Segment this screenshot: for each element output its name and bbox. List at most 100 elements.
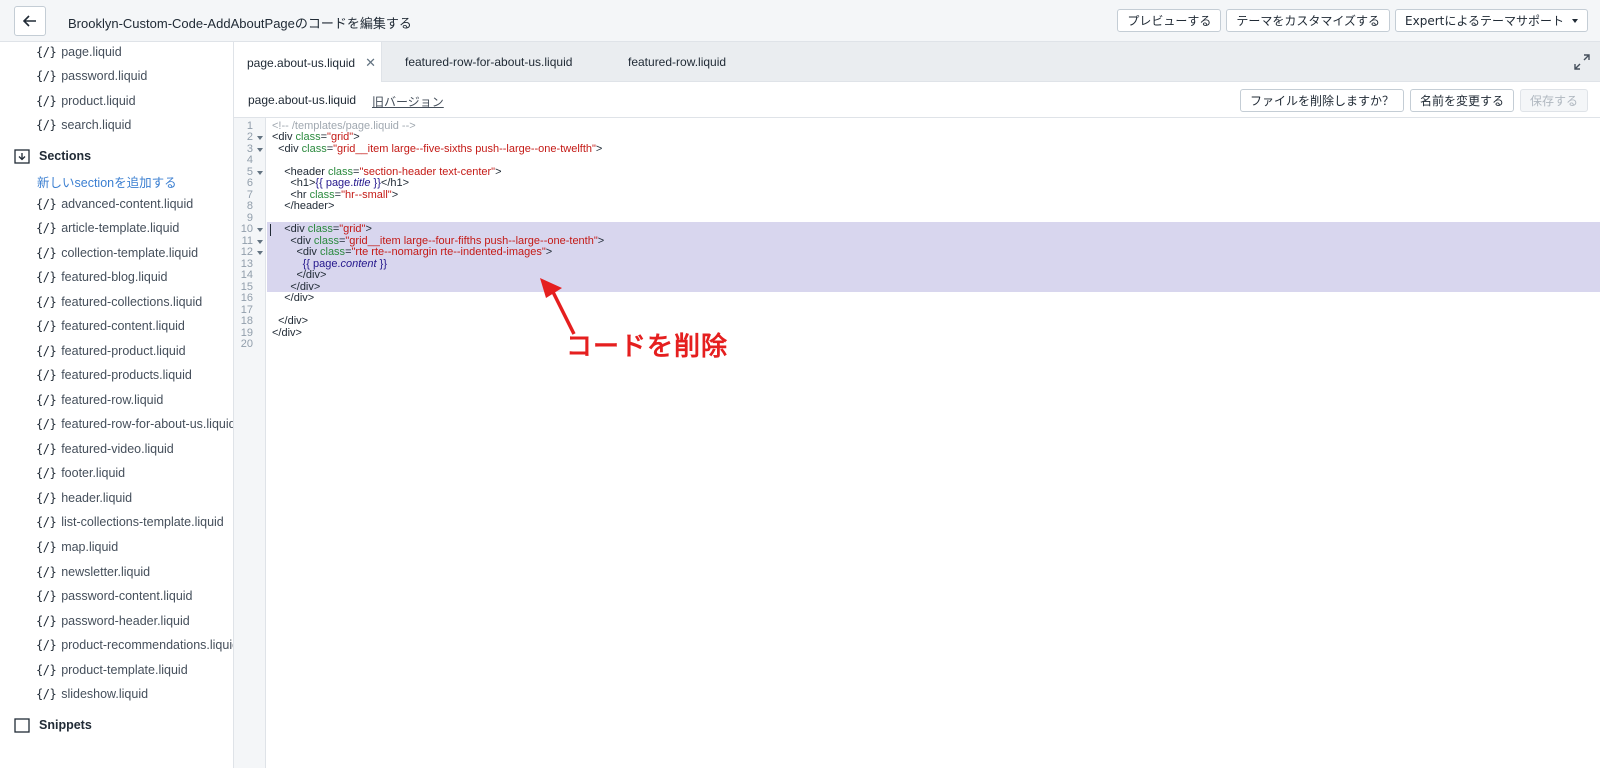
file-item[interactable]: {/} featured-product.liquid: [36, 341, 186, 361]
code-editor[interactable]: 1 2 3 4 5 6 7 8 9 10 11 12 13 14 15 16 1…: [234, 118, 1600, 768]
fold-icon[interactable]: [257, 136, 263, 140]
file-item[interactable]: {/} search.liquid: [36, 115, 131, 135]
folder-download-icon: [14, 148, 30, 164]
file-item[interactable]: {/} featured-video.liquid: [36, 439, 174, 459]
code-line: <div class="rte rte--nomargin rte--inden…: [272, 246, 553, 258]
folder-snippets[interactable]: Snippets: [14, 715, 92, 735]
fold-icon[interactable]: [257, 171, 263, 175]
liquid-file-icon: {/}: [36, 270, 57, 284]
file-item[interactable]: {/} header.liquid: [36, 488, 132, 508]
file-item[interactable]: {/} featured-blog.liquid: [36, 267, 168, 287]
file-item[interactable]: {/} featured-collections.liquid: [36, 292, 202, 312]
back-button[interactable]: [14, 6, 46, 36]
line-number: 4: [246, 154, 253, 166]
file-item[interactable]: {/} newsletter.liquid: [36, 562, 150, 582]
fold-icon[interactable]: [257, 251, 263, 255]
file-item[interactable]: {/} product.liquid: [36, 91, 136, 111]
file-label: map.liquid: [61, 540, 119, 554]
expert-support-label: Expertによるテーマサポート: [1405, 14, 1564, 28]
file-label: list-collections-template.liquid: [61, 515, 224, 529]
liquid-file-icon: {/}: [36, 417, 57, 431]
file-item[interactable]: {/} list-collections-template.liquid: [36, 512, 224, 532]
tab-page-about-us[interactable]: page.about-us.liquid ✕: [234, 42, 382, 83]
liquid-file-icon: {/}: [36, 466, 57, 480]
delete-file-button[interactable]: ファイルを削除しますか？: [1239, 89, 1404, 112]
file-item[interactable]: {/} featured-products.liquid: [36, 365, 192, 385]
arrow-left-icon: [23, 15, 36, 27]
old-version-link[interactable]: 旧バージョン: [372, 93, 444, 110]
file-label: password-content.liquid: [61, 589, 193, 603]
file-item[interactable]: {/} featured-row.liquid: [36, 390, 163, 410]
customize-theme-button[interactable]: テーマをカスタマイズする: [1226, 9, 1391, 32]
liquid-file-icon: {/}: [36, 442, 57, 456]
file-label: page.liquid: [61, 45, 122, 59]
file-item[interactable]: {/} slideshow.liquid: [36, 684, 148, 704]
liquid-file-icon: {/}: [36, 344, 57, 358]
liquid-file-icon: {/}: [36, 589, 57, 603]
liquid-file-icon: {/}: [36, 69, 57, 83]
tab-label: featured-row-for-about-us.liquid: [405, 55, 573, 69]
liquid-file-icon: {/}: [36, 197, 57, 211]
file-label: newsletter.liquid: [61, 565, 151, 579]
liquid-file-icon: {/}: [36, 118, 57, 132]
file-item[interactable]: {/} featured-row-for-about-us.liquid: [36, 414, 234, 434]
file-item[interactable]: {/} product-template.liquid: [36, 660, 188, 680]
file-item[interactable]: {/} advanced-content.liquid: [36, 194, 193, 214]
tab-label: page.about-us.liquid: [247, 55, 356, 70]
file-item[interactable]: {/} product-recommendations.liquid: [36, 635, 233, 655]
liquid-file-icon: {/}: [36, 319, 57, 333]
line-number: 16: [240, 292, 253, 304]
code-line: <div class="grid">: [272, 223, 372, 235]
line-number: 20: [240, 338, 253, 350]
file-item[interactable]: {/} map.liquid: [36, 537, 118, 557]
liquid-file-icon: {/}: [36, 540, 57, 554]
liquid-file-icon: {/}: [36, 94, 57, 108]
liquid-file-icon: {/}: [36, 663, 57, 677]
file-item[interactable]: {/} password-content.liquid: [36, 586, 193, 606]
tab-label: featured-row.liquid: [628, 55, 727, 69]
caret-down-icon: [1572, 18, 1578, 23]
fold-icon[interactable]: [257, 148, 263, 152]
file-label: featured-row-for-about-us.liquid: [61, 417, 234, 431]
folder-sections[interactable]: Sections: [14, 146, 91, 166]
file-item[interactable]: {/} page.liquid: [36, 42, 122, 62]
close-icon[interactable]: ✕: [365, 55, 376, 71]
preview-button[interactable]: プレビューする: [1117, 9, 1222, 32]
file-label: password-header.liquid: [61, 614, 190, 628]
save-button[interactable]: 保存する: [1519, 89, 1588, 112]
file-item[interactable]: {/} password-header.liquid: [36, 611, 190, 631]
file-label: article-template.liquid: [61, 221, 180, 235]
file-label: product.liquid: [61, 94, 136, 108]
line-number: 10: [240, 223, 253, 235]
fold-icon[interactable]: [257, 240, 263, 244]
liquid-file-icon: {/}: [36, 393, 57, 407]
liquid-file-icon: {/}: [36, 515, 57, 529]
code-line: </header>: [272, 200, 335, 212]
code-line: <div class="grid">: [272, 131, 360, 143]
annotation-label: コードを削除: [566, 332, 729, 362]
file-label: featured-video.liquid: [61, 442, 174, 456]
liquid-file-icon: {/}: [36, 491, 57, 505]
fold-icon[interactable]: [257, 228, 263, 232]
liquid-file-icon: {/}: [36, 614, 57, 628]
expert-support-button[interactable]: Expertによるテーマサポート: [1395, 9, 1588, 32]
file-item[interactable]: {/} article-template.liquid: [36, 218, 179, 238]
liquid-file-icon: {/}: [36, 246, 57, 260]
code-line: </div>: [272, 292, 315, 304]
add-section-link[interactable]: 新しいsectionを追加する: [37, 172, 177, 191]
file-sidebar[interactable]: {/} page.liquid {/} password.liquid {/} pro…: [0, 42, 234, 768]
fullscreen-icon[interactable]: [1574, 54, 1590, 70]
code-line: </div>: [272, 327, 302, 339]
file-item[interactable]: {/} featured-content.liquid: [36, 316, 185, 336]
file-label: featured-content.liquid: [61, 319, 185, 333]
line-number: 14: [240, 269, 253, 281]
tab-featured-row[interactable]: featured-row.liquid: [628, 42, 726, 82]
tab-featured-row-for-about-us[interactable]: featured-row-for-about-us.liquid: [405, 42, 572, 82]
text-cursor: [270, 224, 271, 236]
file-item[interactable]: {/} collection-template.liquid: [36, 243, 198, 263]
line-number: 18: [240, 315, 253, 327]
file-item[interactable]: {/} password.liquid: [36, 66, 147, 86]
editor-tabs: page.about-us.liquid ✕ featured-row-for-…: [234, 42, 1600, 83]
rename-button[interactable]: 名前を変更する: [1409, 89, 1514, 112]
file-item[interactable]: {/} footer.liquid: [36, 463, 125, 483]
